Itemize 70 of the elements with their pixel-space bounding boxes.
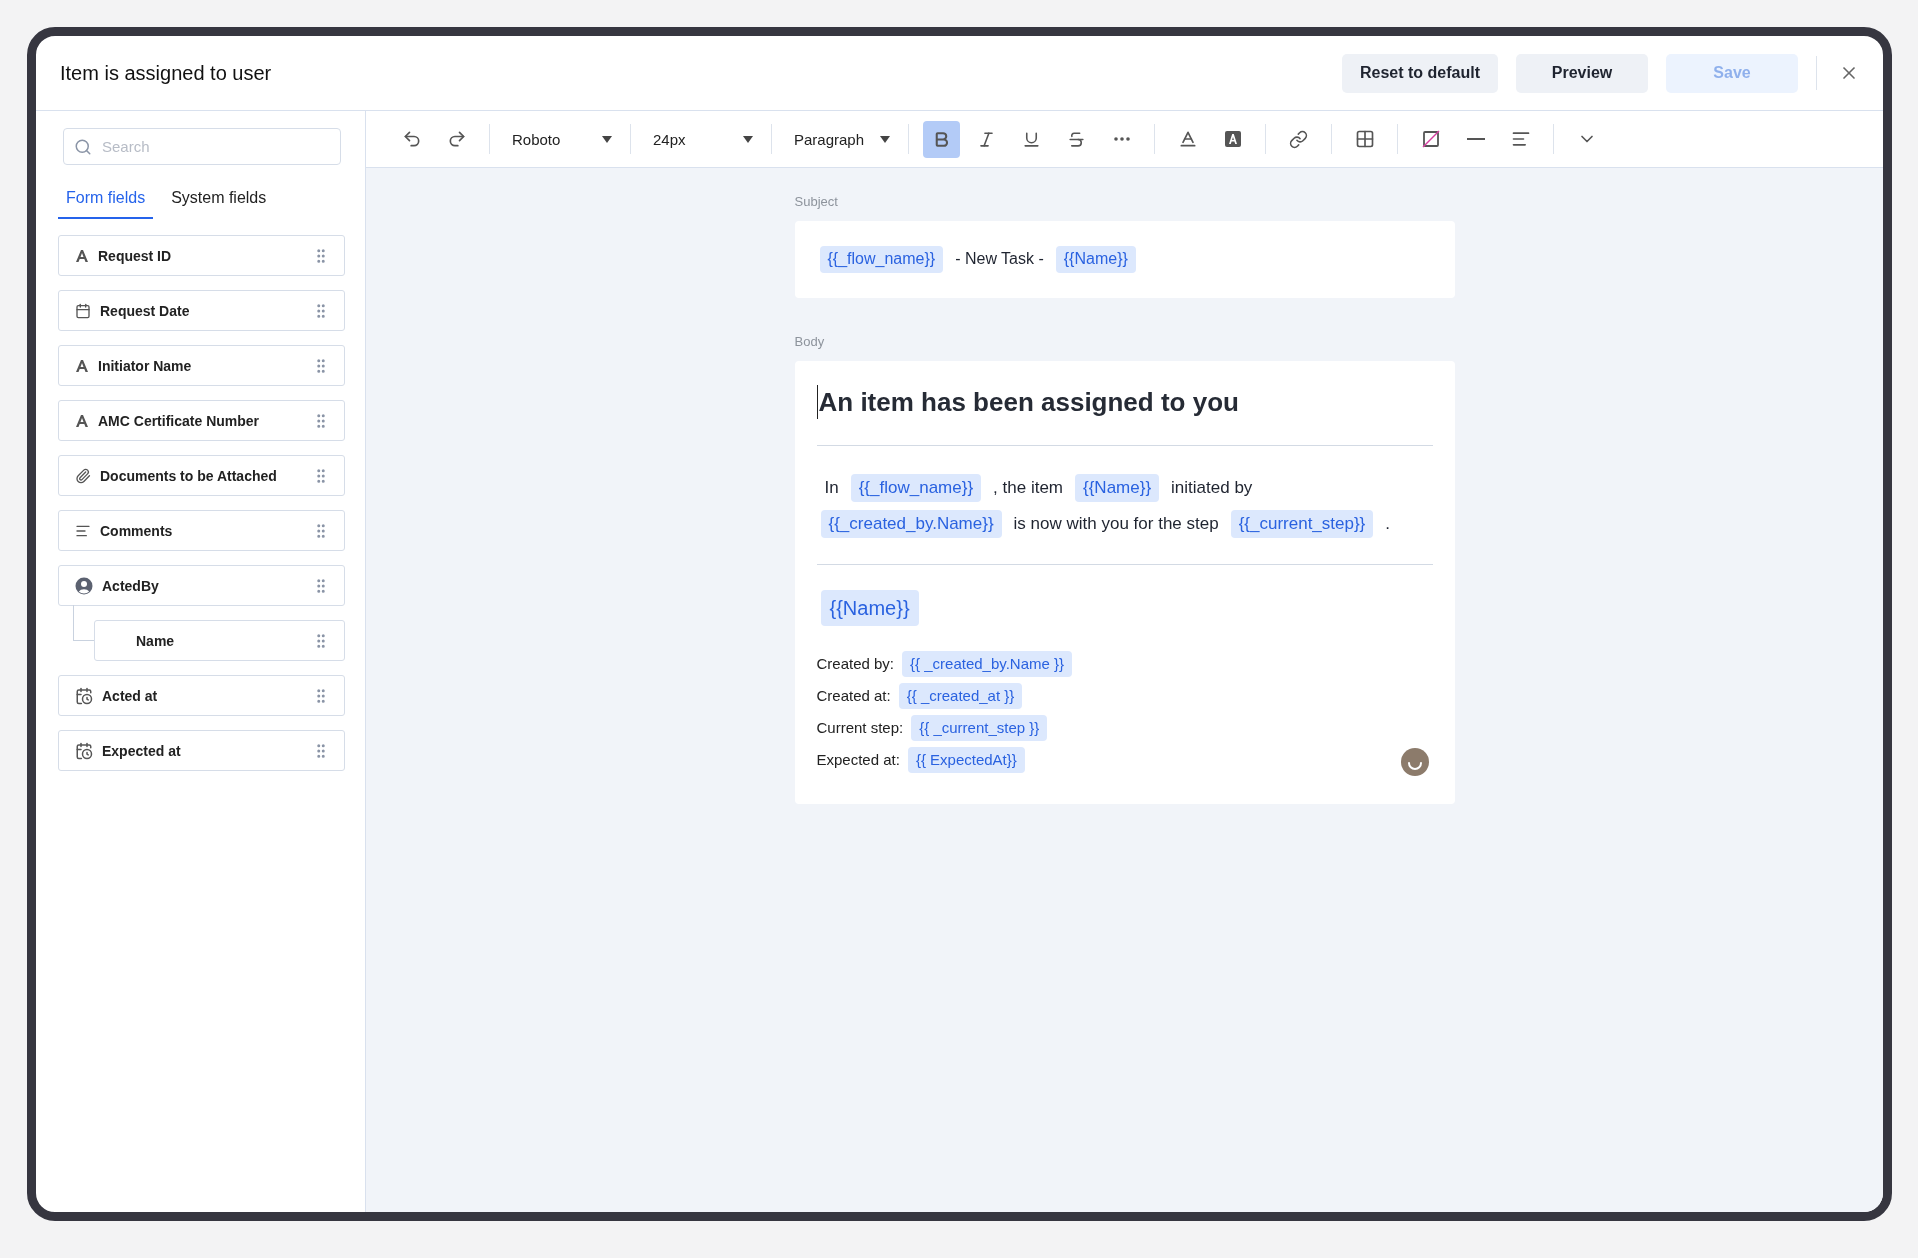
bold-button[interactable] xyxy=(923,120,960,158)
horizontal-line-icon xyxy=(1466,138,1485,140)
field-label: Body xyxy=(794,333,826,349)
placeholder-token: {{_current_step}} xyxy=(1230,509,1374,538)
strikethrough-icon xyxy=(1067,129,1086,149)
text: . xyxy=(1385,513,1391,533)
placeholder-token: {{ _created_by.Name }} xyxy=(902,651,1073,677)
detail-label: Created at: xyxy=(816,687,891,705)
text: initiated by xyxy=(1171,477,1253,497)
loading-spinner-icon xyxy=(1400,747,1429,776)
detail-label: Expected at: xyxy=(816,751,900,769)
placeholder-token: {{_created_by.Name}} xyxy=(820,509,1002,538)
caret-icon xyxy=(880,135,890,143)
tab[interactable]: Form fields xyxy=(58,183,154,219)
undo-icon xyxy=(401,129,422,149)
field-item[interactable]: ActedBy xyxy=(58,565,345,606)
placeholder-token: {{Name}} xyxy=(1055,246,1136,273)
caret-icon xyxy=(602,135,612,143)
detail-label: Created by: xyxy=(816,655,895,673)
placeholder-token: {{_flow_name}} xyxy=(819,246,944,273)
calendar-clock-icon xyxy=(75,741,93,760)
placeholder-token: {{Name}} xyxy=(1075,473,1160,502)
placeholder-token: {{Name}} xyxy=(820,589,919,626)
text: - New Task - xyxy=(955,250,1044,267)
field-item[interactable]: Documents to be Attached xyxy=(58,455,345,496)
field-item[interactable]: AMC Certificate Number xyxy=(58,400,345,441)
field-item[interactable]: Acted at xyxy=(58,675,345,716)
link-icon xyxy=(1289,129,1308,149)
text-type-icon xyxy=(75,248,89,263)
window-title: Item is assigned to user xyxy=(60,61,273,85)
tree-connector-line xyxy=(73,605,94,641)
ellipsis-icon xyxy=(1113,137,1130,141)
field-item[interactable]: Request ID xyxy=(58,235,345,276)
field-label: Subject xyxy=(794,194,839,209)
field-item[interactable]: Initiator Name xyxy=(58,345,345,386)
block-type-select[interactable]: Paragraph xyxy=(786,130,894,148)
italic-icon xyxy=(977,129,996,149)
align-left-icon xyxy=(1510,129,1531,149)
underline-icon xyxy=(1022,129,1041,149)
table-icon xyxy=(1354,129,1375,149)
user-icon xyxy=(75,576,93,595)
text-type-icon xyxy=(75,358,89,373)
placeholder-token: {{_flow_name}} xyxy=(850,473,982,502)
field-item[interactable]: Comments xyxy=(58,510,345,551)
calendar-icon xyxy=(75,302,91,319)
caret-icon xyxy=(743,135,753,143)
text: , the item xyxy=(993,477,1063,497)
heading: An item has been assigned to you xyxy=(816,384,1239,419)
text-type-icon xyxy=(75,413,89,428)
placeholder-token: {{ _created_at }} xyxy=(898,683,1023,709)
header-button[interactable]: Preview xyxy=(1516,53,1648,93)
clear-format-icon xyxy=(1421,130,1440,148)
search-field[interactable]: Search xyxy=(63,128,341,165)
calendar-clock-icon xyxy=(75,686,93,705)
text: is now with you for the step xyxy=(1013,513,1219,533)
font-size-select[interactable]: 24px xyxy=(645,130,757,148)
paperclip-icon xyxy=(75,467,91,484)
font-select[interactable]: Roboto xyxy=(504,130,616,148)
placeholder-token: {{ _current_step }} xyxy=(911,715,1048,741)
search-input[interactable]: Search xyxy=(100,137,330,156)
tab[interactable]: System fields xyxy=(163,183,275,219)
highlight-color-icon xyxy=(1223,130,1242,148)
placeholder-token: {{ ExpectedAt}} xyxy=(907,747,1025,773)
search-icon xyxy=(74,137,92,156)
detail-label: Current step: xyxy=(816,719,904,737)
text: In xyxy=(824,477,839,497)
field-item[interactable]: Request Date xyxy=(58,290,345,331)
header-button[interactable]: Reset to default xyxy=(1342,53,1498,93)
field-item[interactable]: Expected at xyxy=(58,730,345,771)
field-item[interactable]: Name xyxy=(94,620,345,661)
